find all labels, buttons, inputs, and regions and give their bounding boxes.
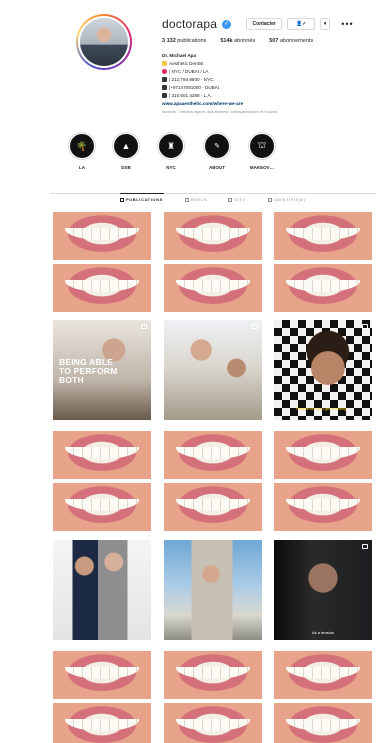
post-video[interactable] — [164, 320, 262, 420]
reels-icon — [185, 197, 189, 202]
post-video[interactable]: BEING ABLE TO PERFORM BOTH — [53, 320, 151, 420]
avatar-image — [80, 18, 128, 66]
post-before-after[interactable] — [274, 651, 372, 743]
post-photo — [274, 320, 372, 420]
profile-stats: 3 132 publications 514k abonnés 507 abon… — [162, 38, 313, 44]
highlight-dxb[interactable]: ▲ DXB — [109, 132, 143, 170]
igtv-icon — [228, 197, 232, 202]
active-tab-indicator — [120, 193, 164, 194]
bio-line: | 212.794.9600 - NYC. — [162, 76, 277, 84]
post-photo — [164, 320, 262, 420]
tab-publications[interactable]: PUBLICATIONS — [120, 197, 163, 202]
followers-count[interactable]: 514k abonnés — [220, 38, 255, 44]
story-highlights: 🌴 LA ▲ DXB ♜ NYC ✎ ABOUT ⛫ MAKEOV… — [58, 132, 298, 178]
username-row: doctorapa ✓ Contacter 👤✓ ▾ ••• — [162, 16, 354, 32]
post-before-after[interactable] — [164, 651, 262, 743]
bio-line: | NYC / DUBAI / LA — [162, 68, 277, 76]
post-overlay-text: BEING ABLE TO PERFORM BOTH — [59, 357, 118, 385]
following-button[interactable]: 👤✓ — [287, 18, 316, 30]
post-photo-tile[interactable] — [53, 540, 151, 640]
tab-reels[interactable]: REELS — [185, 197, 207, 202]
bio-line: | 310.601.4288 - L.A. — [162, 92, 277, 100]
signature-icon: ✎ — [205, 134, 229, 158]
highlight-makeover[interactable]: ⛫ MAKEOV… — [245, 132, 279, 170]
post-subtitle: As a tension — [312, 630, 335, 635]
posts-count: 3 132 publications — [162, 38, 207, 44]
highlight-about[interactable]: ✎ ABOUT — [200, 132, 234, 170]
following-count[interactable]: 507 abonnements — [269, 38, 313, 44]
post-before-after[interactable] — [274, 431, 372, 531]
pin-emoji-icon — [162, 69, 167, 74]
followed-by[interactable]: Abonnés : christina.mignon, apa.aestheti… — [162, 108, 277, 116]
phone-emoji-icon — [162, 77, 167, 82]
palm-tree-icon: 🌴 — [70, 134, 94, 158]
username: doctorapa — [162, 17, 218, 31]
grid-icon — [120, 197, 124, 202]
video-icon — [362, 544, 368, 549]
tab-igtv[interactable]: IGTV — [228, 197, 246, 202]
liberty-icon: ♜ — [159, 134, 183, 158]
video-icon — [141, 324, 147, 329]
tab-tagged[interactable]: IDENTIFIÉ(E) — [268, 197, 306, 202]
tooth-emoji-icon — [162, 61, 167, 66]
post-photo — [274, 540, 372, 640]
post-subtitle: Sometimes you get shouting, — [296, 406, 348, 411]
post-before-after[interactable] — [53, 431, 151, 531]
post-photo — [53, 540, 151, 640]
contact-button[interactable]: Contacter — [246, 18, 283, 30]
post-before-after[interactable] — [53, 212, 151, 312]
avatar[interactable] — [76, 14, 132, 70]
tabs-divider — [50, 193, 376, 194]
post-before-after[interactable] — [164, 212, 262, 312]
verified-badge-icon: ✓ — [222, 19, 232, 29]
post-photo-tile[interactable] — [164, 540, 262, 640]
post-before-after[interactable] — [274, 212, 372, 312]
profile-header: doctorapa ✓ Contacter 👤✓ ▾ ••• 3 132 pub… — [0, 0, 391, 128]
highlight-la[interactable]: 🌴 LA — [65, 132, 99, 170]
bio-line: Aesthetic Dentist — [162, 60, 277, 68]
bio-link[interactable]: www.apaaesthetic.com/where-we-are — [162, 100, 277, 108]
bio-name: Dr. Michael Apa — [162, 53, 197, 58]
highlight-nyc[interactable]: ♜ NYC — [154, 132, 188, 170]
more-options-icon[interactable]: ••• — [341, 19, 353, 29]
burj-icon: ▲ — [114, 134, 138, 158]
profile-tabs: PUBLICATIONS REELS IGTV IDENTIFIÉ(E) — [50, 197, 376, 207]
tagged-icon — [268, 197, 272, 202]
post-video[interactable]: Sometimes you get shouting, — [274, 320, 372, 420]
phone-emoji-icon — [162, 85, 167, 90]
post-photo — [164, 540, 262, 640]
bio-line: |+97147091000 - DUBAI. — [162, 84, 277, 92]
tooth-icon: ⛫ — [250, 134, 274, 158]
phone-emoji-icon — [162, 93, 167, 98]
post-video[interactable]: As a tension — [274, 540, 372, 640]
post-before-after[interactable] — [164, 431, 262, 531]
video-icon — [252, 324, 258, 329]
profile-bio: Dr. Michael Apa Aesthetic Dentist | NYC … — [162, 52, 277, 116]
post-before-after[interactable] — [53, 651, 151, 743]
suggestions-button[interactable]: ▾ — [320, 18, 331, 30]
video-icon — [362, 324, 368, 329]
